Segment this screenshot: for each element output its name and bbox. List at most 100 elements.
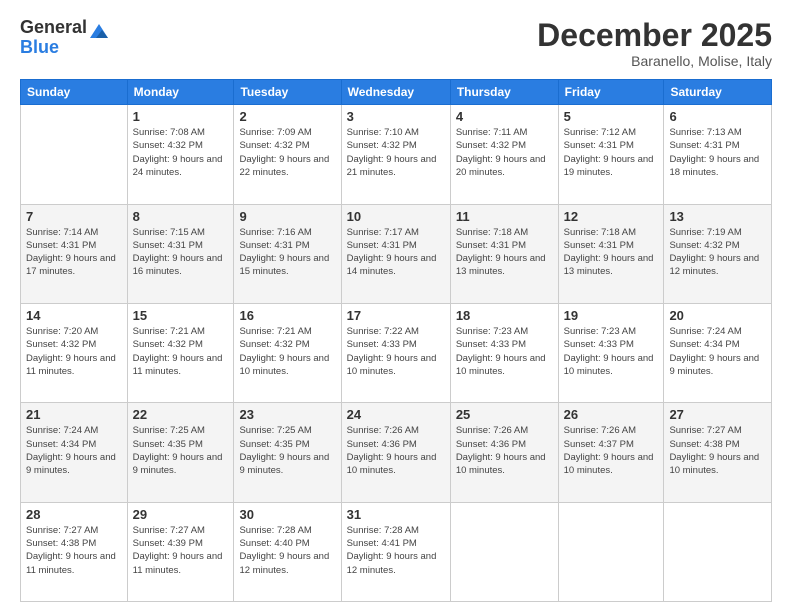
sunrise-text: Sunrise: 7:26 AM (347, 425, 419, 436)
calendar-cell (558, 502, 664, 601)
month-title: December 2025 (537, 18, 772, 53)
day-number: 10 (347, 209, 445, 224)
sunrise-text: Sunrise: 7:20 AM (26, 326, 98, 337)
day-info: Sunrise: 7:24 AMSunset: 4:34 PMDaylight:… (669, 325, 766, 378)
day-info: Sunrise: 7:25 AMSunset: 4:35 PMDaylight:… (133, 424, 229, 477)
day-number: 14 (26, 308, 122, 323)
sunset-text: Sunset: 4:33 PM (564, 339, 634, 350)
day-number: 4 (456, 109, 553, 124)
calendar-cell: 29Sunrise: 7:27 AMSunset: 4:39 PMDayligh… (127, 502, 234, 601)
calendar-cell: 23 Sunrise: 7:25 AMSunset: 4:35 PMDayligh… (234, 403, 341, 502)
daylight-text: Daylight: 9 hours and 10 minutes. (564, 452, 654, 476)
day-info: Sunrise: 7:28 AMSunset: 4:40 PMDaylight:… (239, 524, 335, 577)
daylight-text: Daylight: 9 hours and 21 minutes. (347, 154, 437, 178)
daylight-text: Daylight: 9 hours and 10 minutes. (456, 452, 546, 476)
day-number: 26 (564, 407, 659, 422)
day-number: 30 (239, 507, 335, 522)
day-info: Sunrise: 7:27 AMSunset: 4:38 PMDaylight:… (669, 424, 766, 477)
sunrise-text: Sunrise: 7:27 AM (26, 525, 98, 536)
calendar-week-2: 7Sunrise: 7:14 AMSunset: 4:31 PMDaylight… (21, 204, 772, 303)
sunrise-text: Sunrise: 7:26 AM (456, 425, 528, 436)
sunrise-text: Sunrise: 7:21 AM (133, 326, 205, 337)
day-number: 21 (26, 407, 122, 422)
day-number: 3 (347, 109, 445, 124)
day-number: 23 (239, 407, 335, 422)
sunrise-text: Sunrise: 7:28 AM (239, 525, 311, 536)
daylight-text: Daylight: 9 hours and 9 minutes. (669, 353, 759, 377)
calendar-cell: 13 Sunrise: 7:19 AMSunset: 4:32 PMDayligh… (664, 204, 772, 303)
sunset-text: Sunset: 4:39 PM (133, 538, 203, 549)
sunset-text: Sunset: 4:31 PM (239, 240, 309, 251)
day-number: 19 (564, 308, 659, 323)
day-number: 17 (347, 308, 445, 323)
calendar-cell: 9Sunrise: 7:16 AMSunset: 4:31 PMDaylight… (234, 204, 341, 303)
calendar-cell: 15Sunrise: 7:21 AMSunset: 4:32 PMDayligh… (127, 303, 234, 402)
header-row: Sunday Monday Tuesday Wednesday Thursday… (21, 80, 772, 105)
daylight-text: Daylight: 9 hours and 10 minutes. (347, 452, 437, 476)
sunset-text: Sunset: 4:31 PM (133, 240, 203, 251)
daylight-text: Daylight: 9 hours and 11 minutes. (26, 551, 116, 575)
daylight-text: Daylight: 9 hours and 22 minutes. (239, 154, 329, 178)
calendar-cell: 27Sunrise: 7:27 AMSunset: 4:38 PMDayligh… (664, 403, 772, 502)
day-info: Sunrise: 7:18 AMSunset: 4:31 PMDaylight:… (456, 226, 553, 279)
day-info: Sunrise: 7:27 AMSunset: 4:39 PMDaylight:… (133, 524, 229, 577)
sunrise-text: Sunrise: 7:23 AM (564, 326, 636, 337)
logo-general: General (20, 18, 87, 38)
day-info: Sunrise: 7:20 AMSunset: 4:32 PMDaylight:… (26, 325, 122, 378)
logo-text: General Blue (20, 18, 87, 58)
day-info: Sunrise: 7:14 AMSunset: 4:31 PMDaylight:… (26, 226, 122, 279)
daylight-text: Daylight: 9 hours and 10 minutes. (347, 353, 437, 377)
sunset-text: Sunset: 4:31 PM (456, 240, 526, 251)
day-info: Sunrise: 7:28 AMSunset: 4:41 PMDaylight:… (347, 524, 445, 577)
daylight-text: Daylight: 9 hours and 9 minutes. (133, 452, 223, 476)
sunset-text: Sunset: 4:35 PM (239, 439, 309, 450)
daylight-text: Daylight: 9 hours and 19 minutes. (564, 154, 654, 178)
daylight-text: Daylight: 9 hours and 10 minutes. (456, 353, 546, 377)
sunset-text: Sunset: 4:32 PM (456, 140, 526, 151)
sunset-text: Sunset: 4:31 PM (347, 240, 417, 251)
calendar-cell: 30Sunrise: 7:28 AMSunset: 4:40 PMDayligh… (234, 502, 341, 601)
sunset-text: Sunset: 4:32 PM (239, 140, 309, 151)
daylight-text: Daylight: 9 hours and 13 minutes. (564, 253, 654, 277)
calendar-cell (664, 502, 772, 601)
sunset-text: Sunset: 4:36 PM (347, 439, 417, 450)
sunrise-text: Sunrise: 7:13 AM (669, 127, 741, 138)
calendar-cell: 2Sunrise: 7:09 AMSunset: 4:32 PMDaylight… (234, 105, 341, 204)
sunrise-text: Sunrise: 7:14 AM (26, 227, 98, 238)
daylight-text: Daylight: 9 hours and 10 minutes. (239, 353, 329, 377)
day-info: Sunrise: 7:23 AM Sunset: 4:33 PM Daylight:… (564, 325, 659, 378)
day-info: Sunrise: 7:26 AMSunset: 4:36 PMDaylight:… (456, 424, 553, 477)
day-info: Sunrise: 7:09 AM Sunset: 4:32 PM Daylight:… (239, 126, 335, 179)
calendar-cell: 19 Sunrise: 7:23 AM Sunset: 4:33 PM Dayligh… (558, 303, 664, 402)
calendar-cell: 7Sunrise: 7:14 AMSunset: 4:31 PMDaylight… (21, 204, 128, 303)
sunset-text: Sunset: 4:34 PM (669, 339, 739, 350)
daylight-text: Daylight: 9 hours and 10 minutes. (564, 353, 654, 377)
day-number: 13 (669, 209, 766, 224)
col-tuesday: Tuesday (234, 80, 341, 105)
day-number: 11 (456, 209, 553, 224)
sunset-text: Sunset: 4:33 PM (347, 339, 417, 350)
day-info: Sunrise: 7:19 AMSunset: 4:32 PMDaylight:… (669, 226, 766, 279)
sunset-text: Sunset: 4:33 PM (456, 339, 526, 350)
calendar-cell: 18Sunrise: 7:23 AMSunset: 4:33 PMDayligh… (450, 303, 558, 402)
day-info: Sunrise: 7:25 AMSunset: 4:35 PMDaylight:… (239, 424, 335, 477)
logo-blue: Blue (20, 38, 87, 58)
daylight-text: Daylight: 9 hours and 11 minutes. (133, 551, 223, 575)
calendar-week-3: 14 Sunrise: 7:20 AMSunset: 4:32 PMDayligh… (21, 303, 772, 402)
subtitle: Baranello, Molise, Italy (537, 53, 772, 69)
calendar-cell: 25Sunrise: 7:26 AMSunset: 4:36 PMDayligh… (450, 403, 558, 502)
day-number: 9 (239, 209, 335, 224)
day-info: Sunrise: 7:26 AM Sunset: 4:36 PM Daylight:… (347, 424, 445, 477)
sunset-text: Sunset: 4:38 PM (26, 538, 96, 549)
sunrise-text: Sunrise: 7:09 AM (239, 127, 311, 138)
day-info: Sunrise: 7:13 AMSunset: 4:31 PMDaylight:… (669, 126, 766, 179)
sunset-text: Sunset: 4:37 PM (564, 439, 634, 450)
day-number: 22 (133, 407, 229, 422)
calendar-cell: 10Sunrise: 7:17 AMSunset: 4:31 PMDayligh… (341, 204, 450, 303)
sunset-text: Sunset: 4:40 PM (239, 538, 309, 549)
calendar-cell: 16Sunrise: 7:21 AMSunset: 4:32 PMDayligh… (234, 303, 341, 402)
day-info: Sunrise: 7:24 AMSunset: 4:34 PMDaylight:… (26, 424, 122, 477)
calendar-cell: 24Sunrise: 7:26 AMSunset: 4:36 PMDayligh… (341, 403, 450, 502)
header: General Blue December 2025 Baranello, Mo… (20, 18, 772, 69)
day-info: Sunrise: 7:11 AMSunset: 4:32 PMDaylight:… (456, 126, 553, 179)
